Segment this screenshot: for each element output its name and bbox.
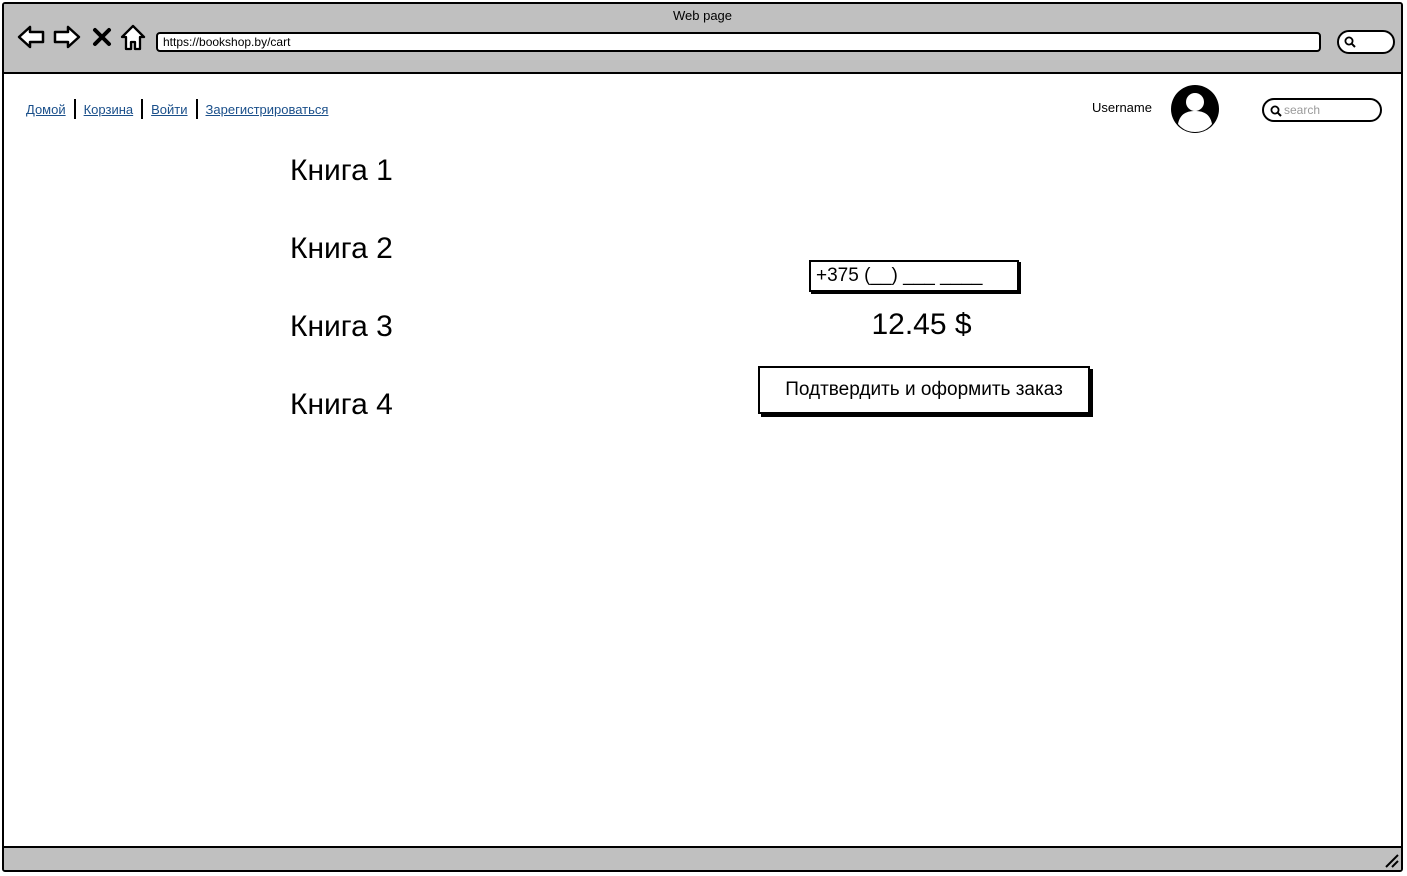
nav-divider <box>141 99 144 119</box>
cart-total: 12.45 $ <box>871 308 972 341</box>
nav-divider <box>73 99 76 119</box>
nav-link-cart[interactable]: Корзина <box>84 102 134 117</box>
status-bar <box>4 846 1401 870</box>
window-title: Web page <box>672 8 733 23</box>
search-input[interactable] <box>1284 101 1376 119</box>
browser-titlebar: Web page https://bookshop.by/cart <box>4 4 1401 74</box>
phone-field <box>809 260 1019 292</box>
nav-link-login[interactable]: Войти <box>151 102 187 117</box>
site-search <box>1262 98 1382 122</box>
browser-search-field[interactable] <box>1337 30 1395 54</box>
stop-icon[interactable] <box>90 22 114 52</box>
phone-input[interactable] <box>816 265 1012 287</box>
resize-grip-icon[interactable] <box>1383 852 1399 868</box>
avatar[interactable] <box>1170 84 1220 134</box>
address-bar[interactable]: https://bookshop.by/cart <box>156 32 1321 52</box>
search-icon <box>1344 36 1356 48</box>
nav-link-register[interactable]: Зарегистрироваться <box>206 102 329 117</box>
back-icon[interactable] <box>16 22 46 52</box>
user-avatar-icon <box>1171 85 1219 133</box>
nav-link-home[interactable]: Домой <box>26 102 66 117</box>
nav-divider <box>195 99 198 119</box>
cart-book-title: Книга 4 <box>290 388 393 421</box>
search-icon <box>1270 105 1282 117</box>
cart-book-title: Книга 2 <box>290 232 393 265</box>
cart-book-title: Книга 1 <box>290 154 393 187</box>
username-label: Username <box>1092 100 1152 115</box>
browser-window: Web page https://bookshop.by/cart Домой … <box>2 2 1403 872</box>
top-nav: Домой Корзина Войти Зарегистрироваться <box>26 98 328 120</box>
home-icon[interactable] <box>118 22 148 52</box>
cart-book-title: Книга 3 <box>290 310 393 343</box>
forward-icon[interactable] <box>52 22 82 52</box>
confirm-order-button[interactable]: Подтвердить и оформить заказ <box>758 366 1090 414</box>
